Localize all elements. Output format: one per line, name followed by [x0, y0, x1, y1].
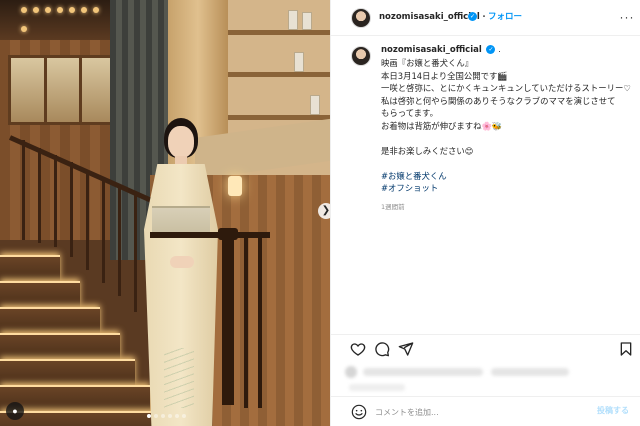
hashtag-link[interactable]: #オフショット: [381, 182, 636, 195]
caption-header: nozomisasaki_official ✓ .: [381, 45, 501, 55]
emoji-picker-button[interactable]: [351, 404, 367, 420]
header-username[interactable]: nozomisasaki_official: [379, 12, 480, 22]
carousel-next-button[interactable]: ❯: [318, 203, 330, 219]
action-bar: [331, 334, 640, 362]
chevron-right-icon: ❯: [321, 205, 330, 216]
carousel-indicator: [140, 414, 192, 420]
more-horizontal-icon[interactable]: ···: [618, 8, 636, 26]
share-button[interactable]: [397, 341, 415, 359]
caption-line: 本日3月14日より全国公開です🎬: [381, 70, 508, 81]
carousel-dot: [174, 414, 179, 418]
caption-avatar[interactable]: [351, 46, 371, 66]
smiley-face-icon: [351, 404, 367, 420]
front-handrail: [150, 232, 270, 238]
heart-icon: [350, 343, 366, 356]
verified-badge-icon: ✓: [486, 45, 496, 54]
hashtag-link[interactable]: #お嬢と番犬くん: [381, 170, 636, 183]
caption-line: 映画『お嬢と番犬くん』: [381, 58, 474, 68]
photo-window: [8, 55, 113, 125]
carousel-dot: [153, 414, 158, 418]
avatar[interactable]: [351, 8, 371, 28]
post-timestamp[interactable]: 1週間前: [381, 201, 636, 211]
post-caption: nozomisasaki_official ✓ . 映画『お嬢と番犬くん』 本日…: [331, 36, 640, 326]
caption-line: もらってます。: [381, 108, 438, 118]
header-separator: ・: [480, 12, 488, 21]
liker-avatar: [345, 366, 357, 378]
caption-line: お着物は背筋が伸びますね🌸🐝: [381, 120, 503, 131]
carousel-dot: [181, 414, 186, 418]
caption-line: 一咲と啓弥に、とにかくキュンキュンしていただけるストーリー♡: [381, 83, 631, 93]
caption-line: 私は啓弥と何やら関係のありそうなクラブのママを演じさせて: [381, 95, 616, 106]
caption-separator: .: [498, 45, 501, 54]
carousel-dot: [167, 414, 172, 418]
caption-username[interactable]: nozomisasaki_official: [381, 45, 482, 55]
post-comment-button[interactable]: 投稿する: [597, 405, 629, 416]
post-side-panel: nozomisasaki_official ✓ ・ フォロー ··· nozom…: [330, 0, 640, 426]
carousel-dot: [160, 414, 165, 418]
post-header: nozomisasaki_official ✓ ・ フォロー ···: [331, 0, 640, 36]
comment-bubble-icon: [375, 342, 390, 357]
save-button[interactable]: [617, 341, 635, 359]
woman-in-kimono: [140, 118, 220, 426]
post-photo[interactable]: ❯ ●: [0, 0, 330, 426]
bookmark-icon: [620, 342, 632, 356]
follow-button[interactable]: フォロー: [488, 10, 522, 22]
wall-lamp: [228, 176, 242, 196]
paper-plane-icon: [398, 342, 414, 356]
comment-bar: 投稿する: [331, 396, 640, 426]
caption-text: 映画『お嬢と番犬くん』 本日3月14日より全国公開です🎬 一咲と啓弥に、とにかく…: [381, 57, 636, 211]
like-button[interactable]: [349, 341, 367, 359]
comment-input[interactable]: [375, 404, 575, 420]
carousel-dot: [146, 414, 151, 418]
verified-badge-icon: ✓: [468, 12, 477, 21]
chandelier: [18, 0, 108, 32]
newel-post: [222, 235, 234, 405]
caption-line: 是非お楽しみください😊: [381, 145, 474, 156]
comment-button[interactable]: [373, 341, 391, 359]
likes-date: [349, 384, 405, 391]
tagged-users-button[interactable]: ●: [6, 402, 24, 420]
liked-by-row[interactable]: [345, 366, 625, 378]
user-tag-icon: ●: [12, 406, 18, 416]
